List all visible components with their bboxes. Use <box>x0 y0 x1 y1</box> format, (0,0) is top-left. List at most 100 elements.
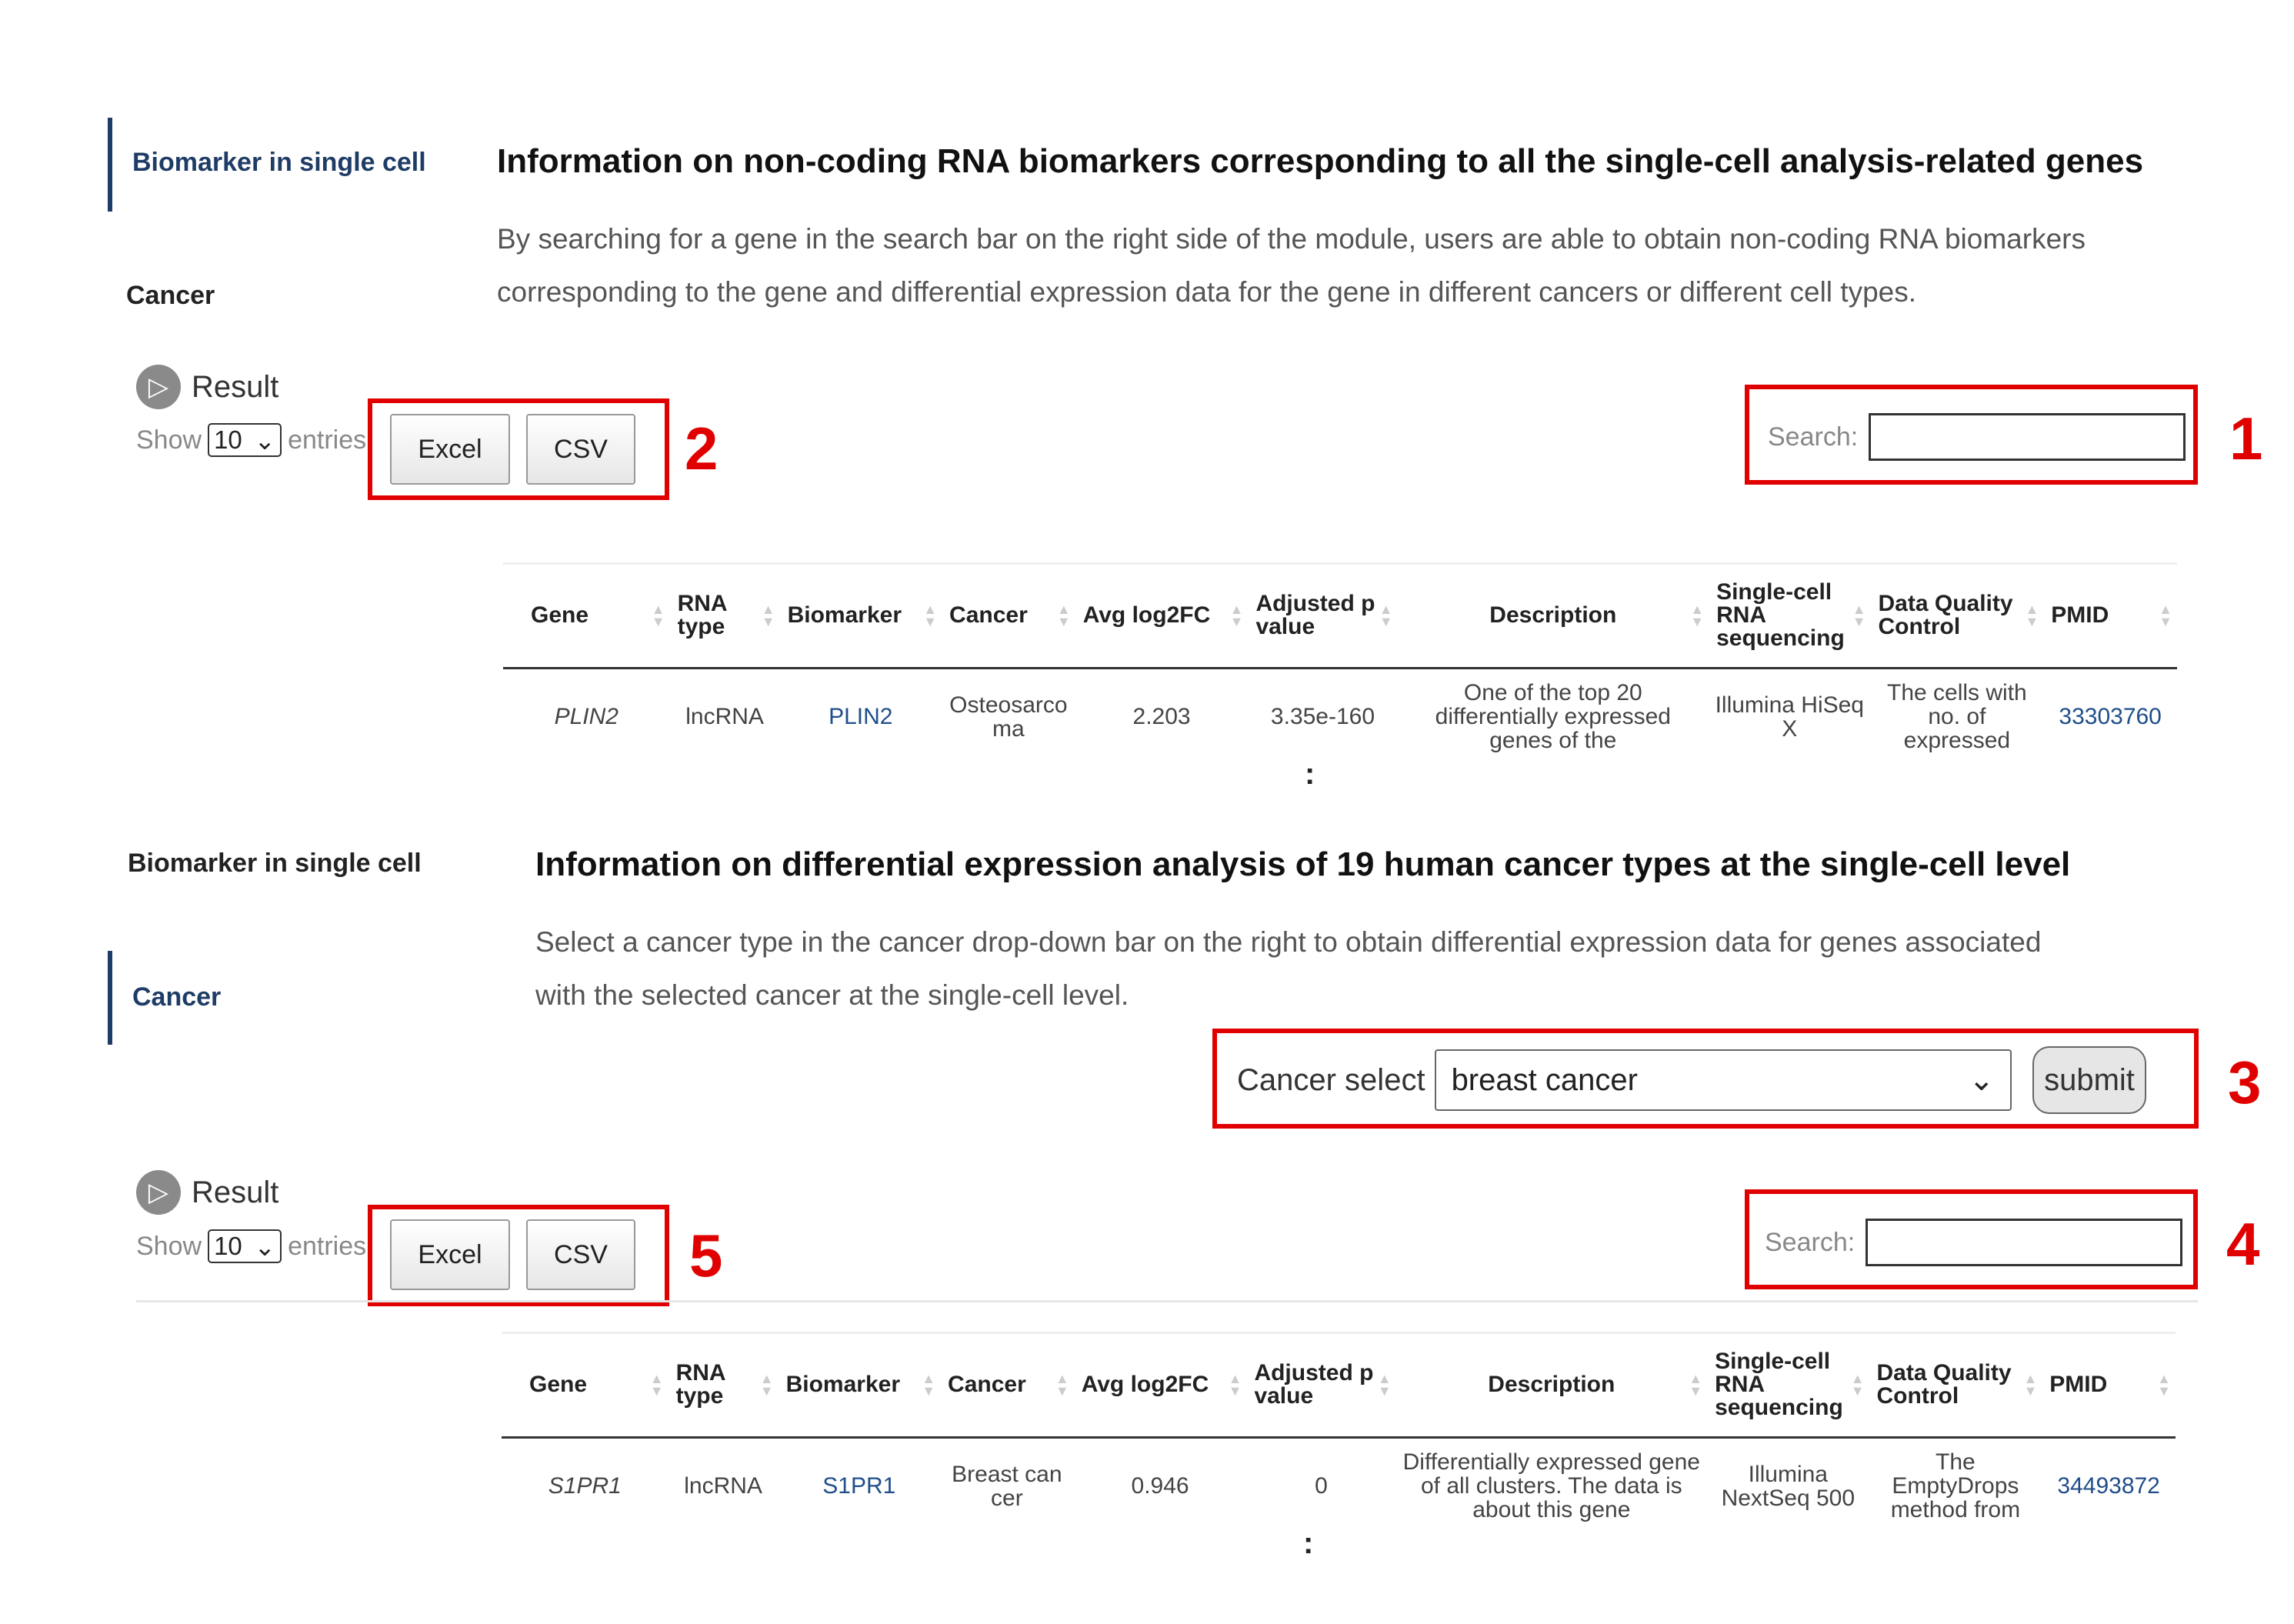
panel1-description: By searching for a gene in the search ba… <box>497 212 2228 318</box>
header-label: RNA type <box>675 1360 725 1409</box>
header-label: Adjusted p value <box>1255 591 1375 640</box>
pmid-link[interactable]: 33303760 <box>2059 704 2161 729</box>
cell-biomarker[interactable]: PLIN2 <box>780 668 942 765</box>
column-header-adjusted-p[interactable]: Adjusted p value ▲ ▼ <box>1248 565 1398 669</box>
column-header-biomarker[interactable]: Biomarker ▲ ▼ <box>779 565 942 669</box>
column-header-avg-log2fc[interactable]: Avg log2FC ▲ ▼ <box>1075 565 1249 669</box>
column-header-description[interactable]: Description ▲ ▼ <box>1395 1334 1708 1439</box>
sort-icon: ▲ ▼ <box>649 1371 664 1399</box>
column-header-gene[interactable]: Gene ▲ ▼ <box>503 565 670 669</box>
header-label: PMID <box>2049 1372 2108 1398</box>
table-row: S1PR1 lncRNA S1PR1 Breast cancer 0.946 0… <box>502 1437 2176 1534</box>
result-divider <box>136 1300 2198 1302</box>
column-header-sequencing[interactable]: Single-cell RNA sequencing ▲ ▼ <box>1709 565 1871 669</box>
cell-gene: PLIN2 <box>554 704 619 730</box>
column-header-cancer[interactable]: Cancer ▲ ▼ <box>942 565 1075 669</box>
show-label: Show <box>136 425 202 455</box>
more-rows-indicator: : <box>1303 1526 1314 1560</box>
cell-biomarker[interactable]: S1PR1 <box>779 1437 940 1534</box>
annotation-box-3 <box>1212 1029 2199 1129</box>
sort-icon: ▲ ▼ <box>1690 602 1705 630</box>
column-header-sequencing[interactable]: Single-cell RNA sequencing ▲ ▼ <box>1707 1334 1869 1439</box>
pmid-link[interactable]: 34493872 <box>2057 1473 2159 1499</box>
test-tube-icon: ▷ <box>136 1170 181 1215</box>
annotation-box-5 <box>368 1205 669 1306</box>
header-label: Adjusted p value <box>1254 1360 1374 1409</box>
cell-sequencing: Illumina HiSeq X <box>1715 692 1864 742</box>
sort-icon: ▲ ▼ <box>1228 1371 1242 1399</box>
header-label: Description <box>1489 602 1617 629</box>
panel1-description-line2: corresponding to the gene and differenti… <box>497 276 1917 308</box>
cell-cancer: Breast cancer <box>952 1461 1062 1511</box>
header-label: Biomarker <box>787 602 902 629</box>
header-label: Description <box>1488 1372 1615 1398</box>
sort-icon: ▲ ▼ <box>1852 602 1866 630</box>
nav-item-biomarker-single-cell[interactable]: Biomarker in single cell <box>128 849 422 879</box>
sort-icon: ▲ ▼ <box>1379 602 1393 630</box>
more-rows-indicator: : <box>1305 757 1315 791</box>
column-header-pmid[interactable]: PMID ▲ ▼ <box>2043 565 2177 669</box>
entries-length-control: Show 10 ⌄ entries <box>136 423 366 457</box>
sort-icon: ▲ ▼ <box>1056 602 1071 630</box>
biomarker-link[interactable]: S1PR1 <box>822 1473 895 1499</box>
cell-adjusted-p: 0 <box>1315 1473 1328 1499</box>
column-header-avg-log2fc[interactable]: Avg log2FC ▲ ▼ <box>1073 1334 1247 1439</box>
entries-select-value: 10 <box>214 425 242 454</box>
header-label: Gene <box>531 602 589 629</box>
entries-select[interactable]: 10 ⌄ <box>208 423 282 457</box>
cell-gene: S1PR1 <box>548 1473 622 1499</box>
sort-icon: ▲ ▼ <box>1689 1371 1703 1399</box>
cell-pmid[interactable]: 33303760 <box>2043 668 2177 765</box>
biomarker-link[interactable]: PLIN2 <box>829 704 892 729</box>
column-header-quality[interactable]: Data Quality Control ▲ ▼ <box>1869 1334 2042 1439</box>
annotation-number-2: 2 <box>685 415 719 482</box>
annotation-number-3: 3 <box>2228 1049 2262 1116</box>
panel1-description-line1: By searching for a gene in the search ba… <box>497 223 2086 255</box>
cell-quality: The cells with no. of expressed <box>1887 680 2027 754</box>
results-table: Gene ▲ ▼ RNA type ▲ ▼ Biomarker ▲ ▼ Cancer ▲ ▼ A… <box>503 565 2177 765</box>
results-table: Gene ▲ ▼ RNA type ▲ ▼ Biomarker ▲ ▼ Cancer ▲ ▼ A… <box>502 1334 2176 1534</box>
result-heading: ▷ Result <box>136 365 278 409</box>
cell-sequencing: Illumina NextSeq 500 <box>1721 1461 1856 1511</box>
sort-icon: ▲ ▼ <box>761 602 775 630</box>
column-header-cancer[interactable]: Cancer ▲ ▼ <box>940 1334 1074 1439</box>
column-header-gene[interactable]: Gene ▲ ▼ <box>502 1334 669 1439</box>
nav-item-cancer[interactable]: Cancer <box>126 281 215 311</box>
header-label: Data Quality Control <box>1876 1360 2012 1409</box>
column-header-adjusted-p[interactable]: Adjusted p value ▲ ▼ <box>1246 1334 1396 1439</box>
header-label: Single-cell RNA sequencing <box>1715 1349 1843 1421</box>
sort-icon: ▲ ▼ <box>1850 1371 1865 1399</box>
entries-select-value: 10 <box>214 1232 242 1260</box>
column-header-pmid[interactable]: PMID ▲ ▼ <box>2042 1334 2176 1439</box>
panel2-description: Select a cancer type in the cancer drop-… <box>535 915 2228 1022</box>
table-row: PLIN2 lncRNA PLIN2 Osteosarcoma 2.203 3.… <box>503 668 2177 765</box>
column-header-rna-type[interactable]: RNA type ▲ ▼ <box>668 1334 779 1439</box>
cell-avg-log2fc: 2.203 <box>1132 704 1191 730</box>
nav-item-cancer[interactable]: Cancer <box>132 982 221 1012</box>
entries-label: entries <box>288 425 367 455</box>
sort-icon: ▲ ▼ <box>2023 1371 2038 1399</box>
column-header-biomarker[interactable]: Biomarker ▲ ▼ <box>778 1334 941 1439</box>
column-header-quality[interactable]: Data Quality Control ▲ ▼ <box>1870 565 2044 669</box>
header-label: Data Quality Control <box>1878 591 2013 640</box>
header-label: Avg log2FC <box>1081 1372 1209 1398</box>
nav-item-biomarker-single-cell[interactable]: Biomarker in single cell <box>132 148 426 178</box>
annotation-number-4: 4 <box>2226 1210 2260 1278</box>
sort-icon: ▲ ▼ <box>759 1371 774 1399</box>
header-label: Cancer <box>948 1372 1026 1398</box>
cell-pmid[interactable]: 34493872 <box>2042 1437 2176 1534</box>
sort-icon: ▲ ▼ <box>1377 1371 1392 1399</box>
nav-active-indicator <box>108 118 112 212</box>
column-header-rna-type[interactable]: RNA type ▲ ▼ <box>669 565 780 669</box>
chevron-down-icon: ⌄ <box>254 1232 276 1261</box>
header-label: Avg log2FC <box>1082 602 1211 629</box>
sort-icon: ▲ ▼ <box>2025 602 2039 630</box>
entries-select[interactable]: 10 ⌄ <box>208 1229 282 1263</box>
panel1-title: Information on non-coding RNA biomarkers… <box>497 142 2144 180</box>
header-label: RNA type <box>677 591 727 640</box>
nav-active-indicator <box>108 951 112 1045</box>
panel2-description-line2: with the selected cancer at the single-c… <box>535 979 1129 1011</box>
result-label: Result <box>192 369 279 404</box>
sort-icon: ▲ ▼ <box>922 1371 936 1399</box>
column-header-description[interactable]: Description ▲ ▼ <box>1397 565 1709 669</box>
